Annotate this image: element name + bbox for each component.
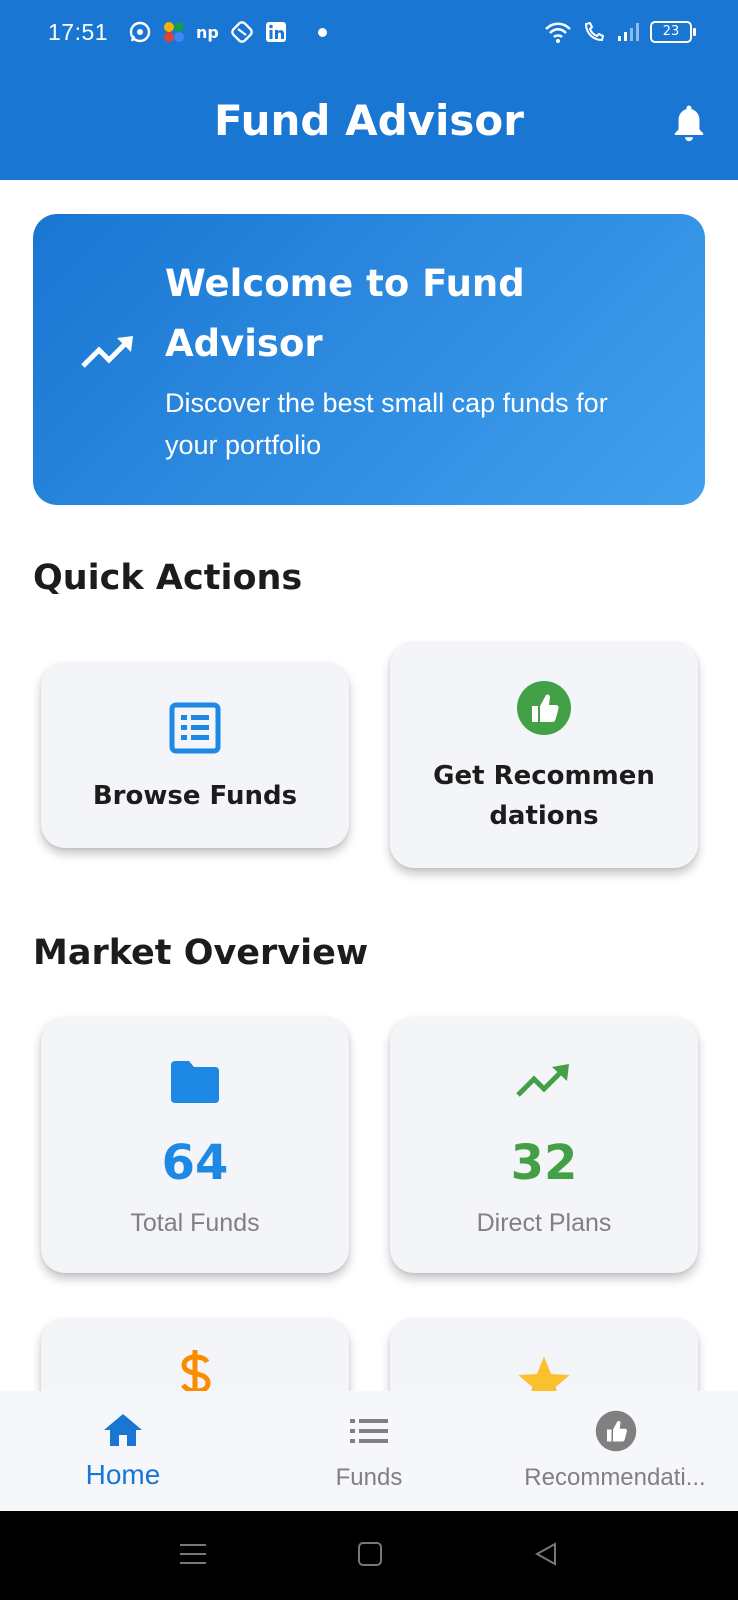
svg-text:np: np — [196, 23, 219, 42]
status-bar: 17:51 np 23 — [0, 0, 738, 66]
nav-funds-label: Funds — [335, 1464, 403, 1491]
wifi-calling-icon — [584, 21, 605, 42]
menu-icon[interactable] — [180, 1541, 206, 1567]
wifi-icon — [545, 22, 571, 43]
system-status-icons: 23 — [544, 20, 696, 44]
total-funds-label: Total Funds — [130, 1209, 260, 1237]
list-icon — [350, 1419, 388, 1443]
get-recommendations-label-line2: dations — [489, 801, 599, 831]
welcome-subtitle: Discover the best small cap funds for yo… — [165, 388, 608, 460]
home-icon — [104, 1414, 142, 1446]
market-overview-heading: Market Overview — [33, 933, 369, 973]
direct-plans-value: 32 — [510, 1135, 578, 1191]
nav-recommendations[interactable]: Recommendati... — [492, 1391, 738, 1511]
folder-icon — [171, 1061, 219, 1103]
thumbs-up-icon — [517, 681, 571, 735]
app-header: 17:51 np 23 Fund Advisor — [0, 0, 738, 180]
stat-card-total-funds: 64 Total Funds — [41, 1017, 349, 1273]
thumbs-up-icon — [595, 1410, 637, 1452]
system-navigation-bar — [0, 1511, 738, 1600]
welcome-banner: Welcome to Fund Advisor Discover the bes… — [33, 214, 705, 505]
stat-card-direct-plans: 32 Direct Plans — [390, 1017, 698, 1273]
nav-recommendations-label: Recommendati... — [524, 1464, 706, 1491]
get-recommendations-button[interactable]: Get Recommen dations — [390, 642, 698, 868]
battery-icon: 23 — [650, 21, 696, 43]
nav-funds[interactable]: Funds — [246, 1391, 492, 1511]
np-app-icon: np — [196, 23, 219, 42]
app-title: Fund Advisor — [214, 96, 524, 145]
nav-home[interactable]: Home — [0, 1391, 246, 1511]
bottom-navigation: Home Funds Recommendati... — [0, 1391, 738, 1511]
back-icon[interactable] — [533, 1541, 559, 1567]
trending-up-icon — [516, 1064, 569, 1097]
browse-funds-button[interactable]: Browse Funds — [41, 662, 349, 848]
linkedin-icon — [266, 22, 286, 42]
welcome-title: Welcome to Fund Advisor — [165, 262, 525, 365]
bell-icon[interactable] — [670, 102, 708, 144]
nav-home-label: Home — [85, 1459, 161, 1490]
total-funds-value: 64 — [161, 1135, 229, 1191]
get-recommendations-label-line1: Get Recommen — [433, 761, 655, 791]
signal-icon — [618, 23, 639, 41]
whatsapp-icon — [129, 21, 151, 43]
list-icon — [169, 702, 221, 754]
quick-actions-heading: Quick Actions — [33, 558, 303, 598]
direct-plans-label: Direct Plans — [476, 1209, 612, 1237]
app-flower-icon — [164, 22, 184, 42]
shield-app-icon — [231, 21, 253, 43]
trending-up-icon — [81, 336, 133, 368]
browse-funds-label: Browse Funds — [92, 781, 298, 811]
status-time: 17:51 — [48, 19, 109, 45]
home-square-icon[interactable] — [357, 1541, 383, 1567]
more-notifications-dot — [318, 28, 327, 37]
notification-icons: np — [128, 20, 288, 44]
